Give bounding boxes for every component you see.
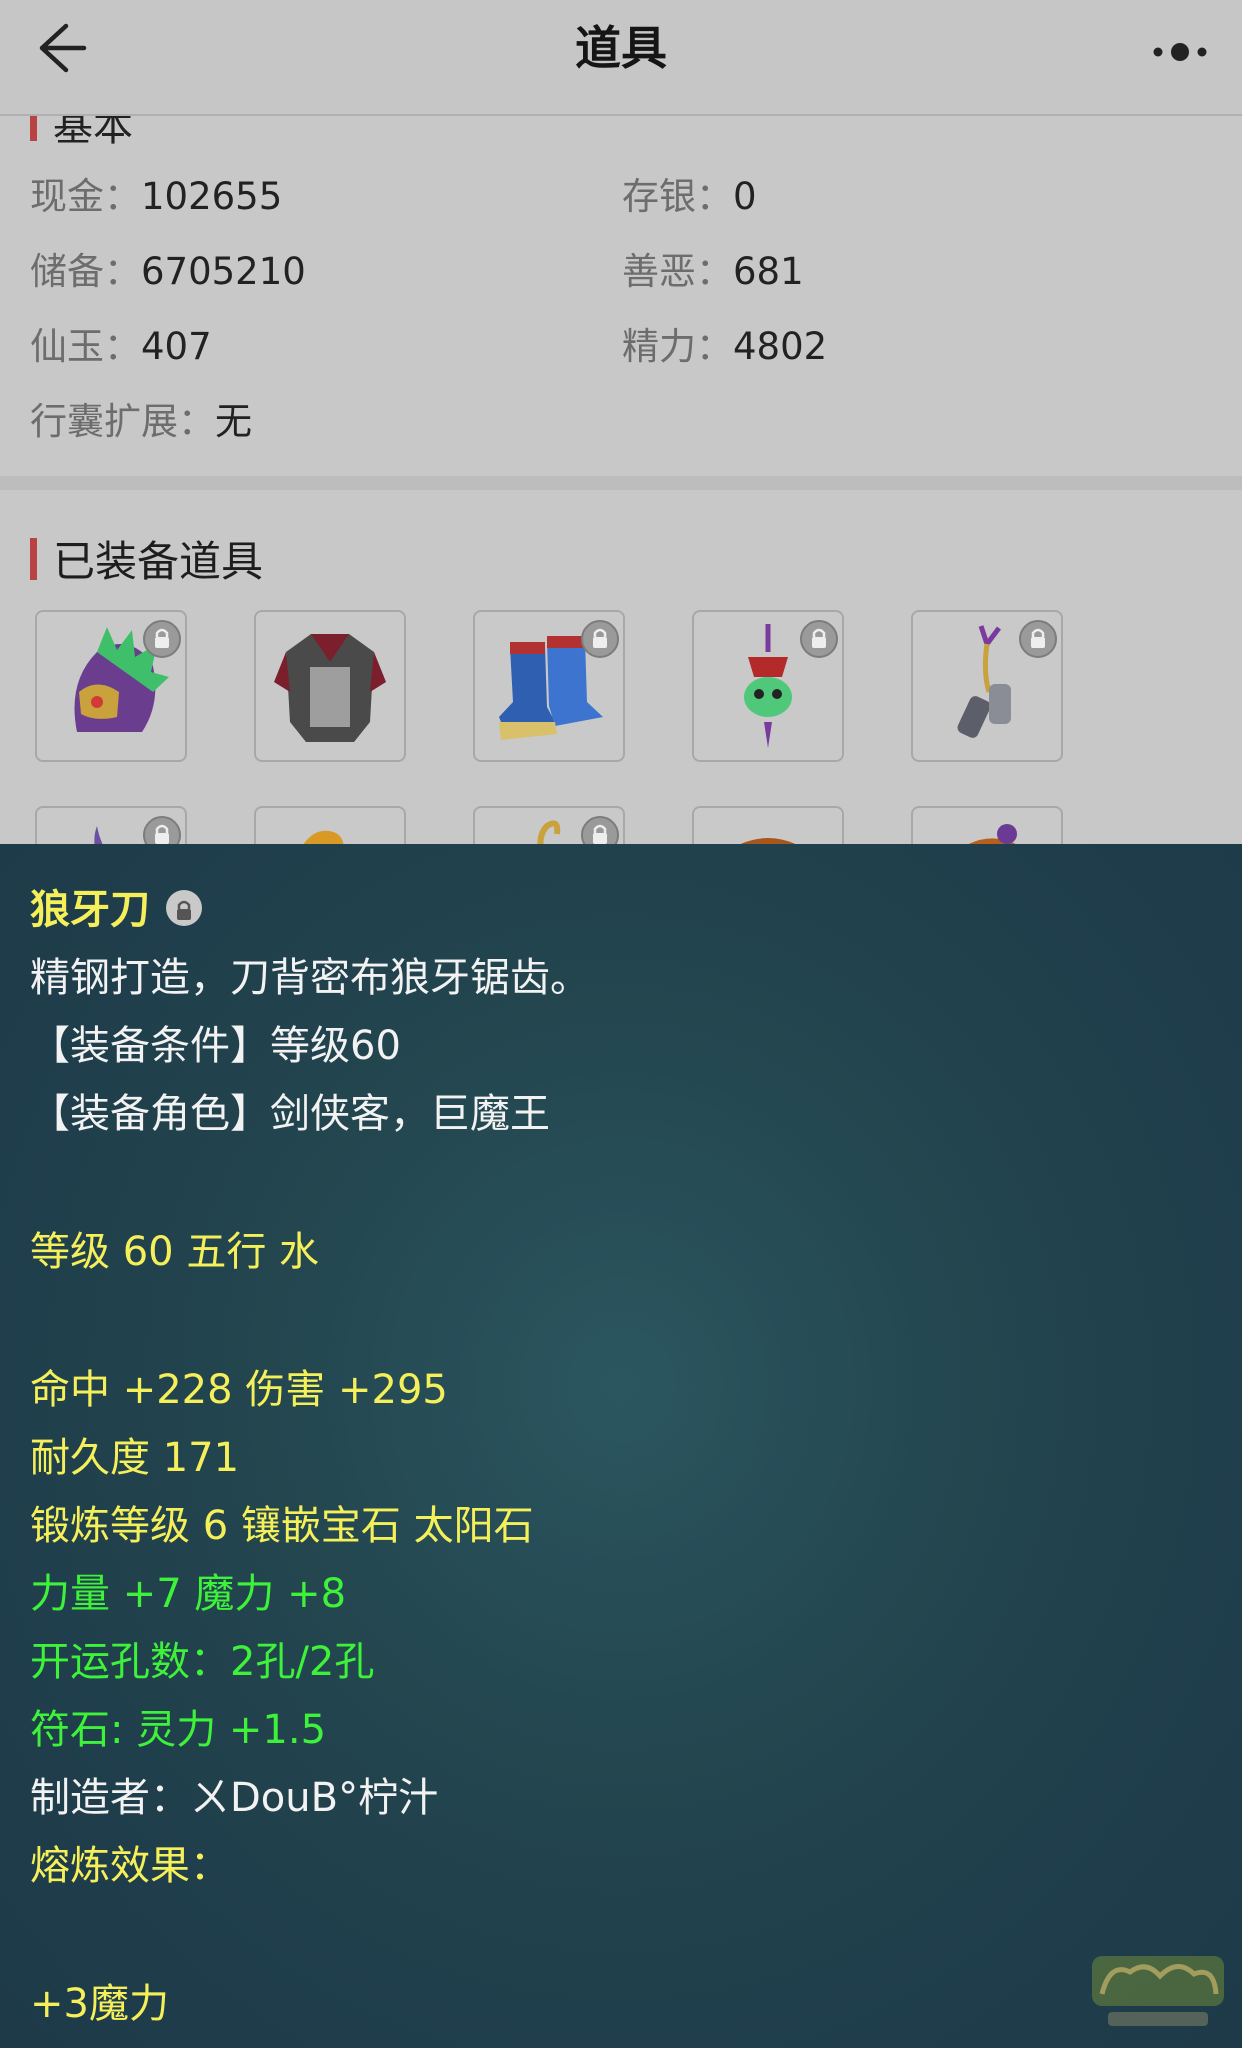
lock-icon (1019, 620, 1057, 658)
equipped-title-text: 已装备道具 (53, 537, 264, 586)
item-hit-damage: 命中 +228 伤害 +295 (30, 1367, 448, 1413)
equipped-section: 已装备道具 (0, 490, 1242, 844)
equip-slot-necklace[interactable] (692, 610, 844, 762)
deposit-value: 0 (733, 175, 757, 218)
item-roles: 【装备角色】剑侠客，巨魔王 (30, 1091, 550, 1137)
deposit-label: 存银： (622, 175, 733, 218)
item-luck-holes: 开运孔数：2孔/2孔 (30, 1639, 375, 1685)
equip-slot-hat[interactable] (692, 806, 844, 844)
karma-label: 善恶： (622, 250, 733, 293)
section-divider (0, 476, 1242, 490)
reserve-value: 6705210 (141, 250, 306, 293)
bag-value: 无 (215, 400, 252, 443)
armor-icon (274, 634, 386, 742)
deposit-field: 存银：0 (622, 166, 757, 220)
jade-label: 仙玉： (30, 325, 141, 368)
equip-slot-helmet[interactable] (35, 610, 187, 762)
equip-slot-pouch[interactable] (911, 806, 1063, 844)
equipped-section-title: 已装备道具 (30, 528, 263, 589)
item-maker: 制造者：ㄨDouB°柠汁 (30, 1775, 439, 1821)
reserve-field: 储备：6705210 (30, 241, 306, 295)
pouch-icon (968, 824, 1017, 844)
item-requirement: 【装备条件】等级60 (30, 1023, 401, 1069)
lock-icon (143, 620, 181, 658)
energy-field: 精力：4802 (622, 316, 827, 370)
jade-field: 仙玉：407 (30, 316, 212, 370)
karma-field: 善恶：681 (622, 241, 804, 295)
basic-section-title: 基本 (30, 116, 133, 152)
equip-slot-belt[interactable] (911, 610, 1063, 762)
equip-slot-ornament[interactable] (254, 806, 406, 844)
karma-value: 681 (733, 250, 804, 293)
equip-slot-boots[interactable] (473, 610, 625, 762)
item-forge: 锻炼等级 6 镶嵌宝石 太阳石 (30, 1503, 534, 1549)
item-smelt-label: 熔炼效果： (30, 1843, 230, 1889)
cash-label: 现金： (30, 175, 141, 218)
cash-value: 102655 (141, 175, 283, 218)
equip-slot-talisman[interactable] (473, 806, 625, 844)
energy-value: 4802 (733, 325, 828, 368)
section-accent-bar (30, 537, 37, 580)
tooltip-item-title: 狼牙刀 (30, 884, 202, 936)
lock-icon (800, 620, 838, 658)
item-level-element: 等级 60 五行 水 (30, 1229, 320, 1275)
hat-icon (740, 838, 796, 844)
lock-icon (581, 816, 619, 844)
bag-label: 行囊扩展： (30, 400, 215, 443)
reserve-label: 储备： (30, 250, 141, 293)
bag-expansion-field: 行囊扩展：无 (30, 391, 252, 445)
lock-icon (143, 816, 181, 844)
item-durability: 耐久度 171 (30, 1435, 240, 1481)
basic-title-text: 基本 (53, 116, 133, 150)
jade-value: 407 (141, 325, 212, 368)
item-description: 精钢打造，刀背密布狼牙锯齿。 (30, 955, 590, 1001)
item-tooltip: 狼牙刀 精钢打造，刀背密布狼牙锯齿。 【装备条件】等级60 【装备角色】剑侠客，… (0, 844, 1242, 2048)
equip-slot-weapon[interactable] (35, 806, 187, 844)
lock-icon (581, 620, 619, 658)
leaf-icon (303, 830, 344, 844)
equip-slot-armor[interactable] (254, 610, 406, 762)
page-title: 道具 (575, 21, 667, 75)
section-accent-bar (30, 116, 37, 141)
lock-icon (166, 890, 202, 926)
more-options-icon[interactable] (1148, 36, 1212, 68)
item-str-magic: 力量 +7 魔力 +8 (30, 1571, 347, 1617)
item-smelt-value: +3魔力 (30, 1981, 169, 2027)
cash-field: 现金：102655 (30, 166, 282, 220)
energy-label: 精力： (622, 325, 733, 368)
nav-header: 道具 (0, 0, 1242, 116)
item-name: 狼牙刀 (30, 887, 150, 933)
item-rune: 符石: 灵力 +1.5 (30, 1707, 327, 1753)
basic-section: 基本 现金：102655 存银：0 储备：6705210 善恶：681 仙玉：4… (0, 116, 1242, 476)
watermark-logo-icon (1092, 1956, 1224, 2026)
